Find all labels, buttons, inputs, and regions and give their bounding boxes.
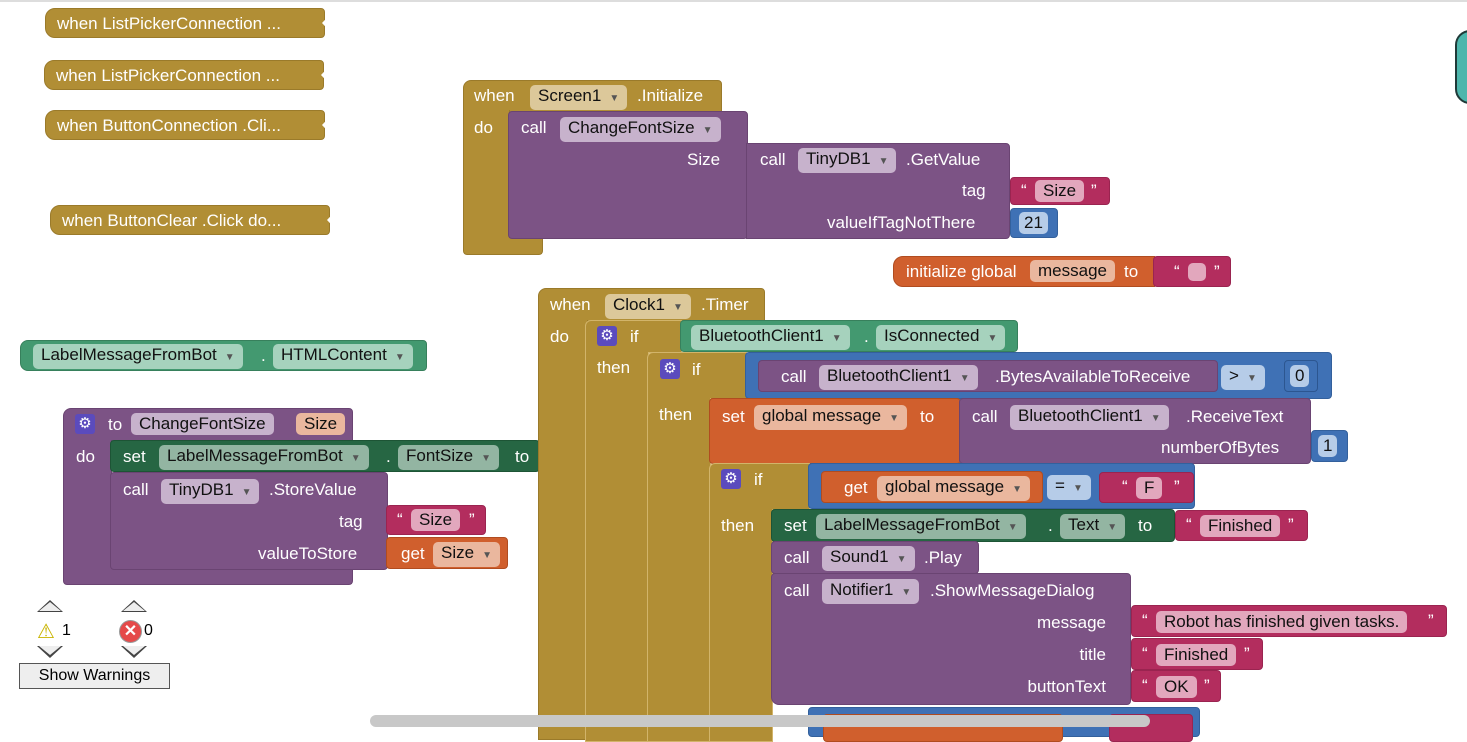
component-dropdown[interactable]: LabelMessageFromBot ▼ <box>33 344 243 369</box>
property-dropdown[interactable]: HTMLContent ▼ <box>273 344 413 369</box>
number-block[interactable]: 21 <box>1010 208 1058 238</box>
collapsed-event-block[interactable]: when ButtonConnection .Cli... <box>45 110 325 140</box>
next-error-arrow[interactable] <box>121 646 147 658</box>
text-block[interactable]: “F” <box>1099 472 1194 503</box>
show-warnings-button[interactable]: Show Warnings <box>19 663 170 689</box>
compare-block[interactable]: call BluetoothClient1 ▼ .BytesAvailableTo… <box>745 352 1332 399</box>
collapsed-event-block[interactable]: when ListPickerConnection ... <box>44 60 324 90</box>
previous-warning-arrow[interactable] <box>37 600 63 612</box>
variable-dropdown[interactable]: Size ▼ <box>433 542 500 567</box>
parameter-size[interactable]: Size <box>296 413 346 435</box>
warning-icon: ⚠ <box>37 621 55 643</box>
component-dropdown[interactable]: LabelMessageFromBot ▼ <box>159 445 369 470</box>
get-global-message-block[interactable]: get global message ▼ <box>821 471 1043 503</box>
procedure-dropdown[interactable]: ChangeFontSize ▼ <box>560 117 721 142</box>
component-dropdown[interactable]: TinyDB1 ▼ <box>161 479 260 504</box>
property-dropdown[interactable]: FontSize ▼ <box>398 445 499 470</box>
property-dropdown[interactable]: Text ▼ <box>1060 514 1126 539</box>
set-label-text-block[interactable]: set LabelMessageFromBot ▼ . Text ▼ to <box>771 509 1175 542</box>
collapsed-event-block[interactable]: when ButtonClear .Click do... <box>50 205 330 235</box>
text-block[interactable]: “Finished” <box>1175 510 1308 541</box>
jagged-edge <box>322 8 336 38</box>
text-block[interactable]: “Finished” <box>1131 638 1263 670</box>
variable-name-field[interactable]: message <box>1030 260 1115 282</box>
equals-block[interactable]: get global message ▼ = ▼ “F” <box>808 463 1195 509</box>
number-block[interactable]: 0 <box>1284 360 1318 392</box>
text-block[interactable]: “Size” <box>1010 177 1110 205</box>
component-dropdown[interactable]: Sound1 ▼ <box>822 546 915 571</box>
text-block[interactable]: “” <box>1153 256 1231 287</box>
error-icon: ✕ <box>119 620 142 643</box>
backpack-icon[interactable] <box>1455 30 1467 104</box>
storevalue-block[interactable]: call TinyDB1 ▼ .StoreValue tag valueToSto… <box>110 472 388 570</box>
text-block[interactable]: “Robot has finished given tasks.” <box>1131 605 1447 637</box>
previous-error-arrow[interactable] <box>121 600 147 612</box>
component-dropdown[interactable]: Clock1 ▼ <box>605 294 691 319</box>
component-dropdown[interactable]: TinyDB1 ▼ <box>798 148 897 173</box>
text-block[interactable]: “OK” <box>1131 670 1221 702</box>
set-global-message-block[interactable]: set global message ▼ to <box>709 398 961 464</box>
variable-dropdown[interactable]: global message ▼ <box>877 476 1030 501</box>
top-border <box>0 0 1467 2</box>
property-dropdown[interactable]: IsConnected ▼ <box>876 325 1006 350</box>
number-block[interactable]: 1 <box>1311 430 1348 462</box>
gear-icon[interactable]: ⚙ <box>721 469 741 489</box>
operator-dropdown[interactable]: = ▼ <box>1047 475 1091 500</box>
sound-play-block[interactable]: call Sound1 ▼ .Play <box>771 541 979 574</box>
isconnected-getter-block[interactable]: BluetoothClient1 ▼ . IsConnected ▼ <box>680 320 1018 352</box>
variable-dropdown[interactable]: global message ▼ <box>754 405 907 430</box>
htmlcontent-getter-block[interactable]: LabelMessageFromBot ▼ . HTMLContent ▼ <box>20 340 427 371</box>
set-fontsize-block[interactable]: set LabelMessageFromBot ▼ . FontSize ▼ to <box>110 440 540 472</box>
component-dropdown[interactable]: LabelMessageFromBot ▼ <box>816 514 1026 539</box>
jagged-edge <box>327 205 341 235</box>
get-size-block[interactable]: get Size ▼ <box>386 537 508 569</box>
receivetext-block[interactable]: call BluetoothClient1 ▼ .ReceiveText numb… <box>959 398 1311 464</box>
procedure-name-field[interactable]: ChangeFontSize <box>131 413 274 435</box>
gear-icon[interactable]: ⚙ <box>75 414 95 434</box>
show-message-dialog-block[interactable]: call Notifier1 ▼ .ShowMessageDialog messa… <box>771 573 1131 705</box>
jagged-edge <box>321 60 335 90</box>
gear-icon[interactable]: ⚙ <box>660 359 680 379</box>
operator-dropdown[interactable]: > ▼ <box>1221 365 1265 390</box>
component-dropdown[interactable]: Notifier1 ▼ <box>822 579 920 604</box>
collapsed-event-block[interactable]: when ListPickerConnection ... <box>45 8 325 38</box>
text-block[interactable]: “Size” <box>386 505 486 535</box>
jagged-edge <box>322 110 336 140</box>
component-dropdown[interactable]: Screen1 ▼ <box>530 85 628 110</box>
horizontal-scrollbar[interactable] <box>370 715 1150 727</box>
bytesavailable-block[interactable]: call BluetoothClient1 ▼ .BytesAvailableTo… <box>758 360 1218 392</box>
component-dropdown[interactable]: BluetoothClient1 ▼ <box>1010 405 1169 430</box>
component-dropdown[interactable]: BluetoothClient1 ▼ <box>691 325 850 350</box>
next-warning-arrow[interactable] <box>37 646 63 658</box>
component-dropdown[interactable]: BluetoothClient1 ▼ <box>819 365 978 390</box>
gear-icon[interactable]: ⚙ <box>597 326 617 346</box>
